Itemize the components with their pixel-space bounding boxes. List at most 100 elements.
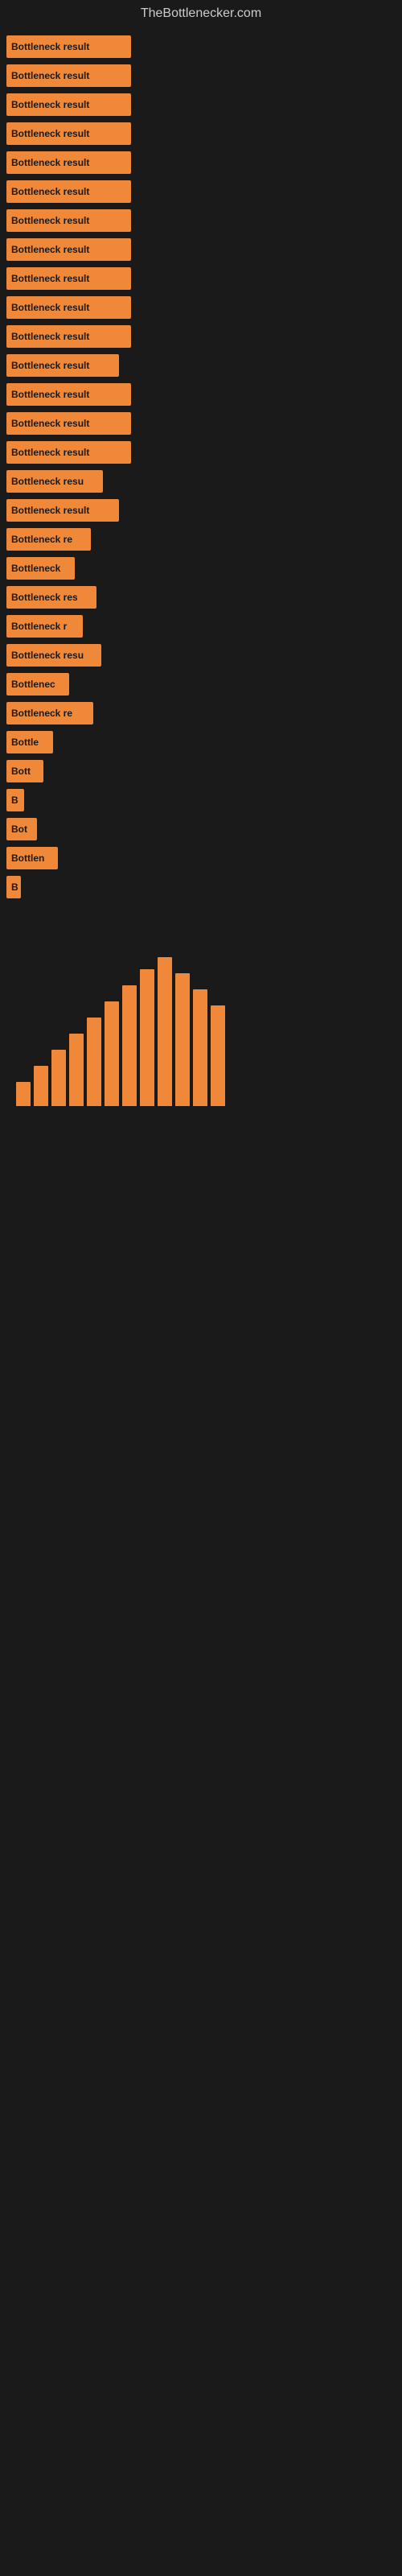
vertical-bar <box>16 1082 31 1106</box>
bar-label: Bottleneck <box>11 563 60 574</box>
bar-label: Bottleneck result <box>11 360 89 371</box>
bottleneck-bar: Bottleneck res <box>6 586 96 609</box>
bar-label: Bottleneck result <box>11 505 89 516</box>
bar-label: Bottleneck result <box>11 99 89 110</box>
bottleneck-bar: Bottleneck result <box>6 325 131 348</box>
bar-row: Bottleneck result <box>6 64 402 87</box>
bottleneck-bar: Bottleneck result <box>6 35 131 58</box>
bar-row: Bottleneck <box>6 557 402 580</box>
bar-label: Bottleneck result <box>11 157 89 168</box>
bar-row: Bottleneck result <box>6 238 402 261</box>
vertical-bar <box>51 1050 66 1106</box>
bottleneck-bar: Bottleneck resu <box>6 644 101 667</box>
vertical-bar <box>211 1005 225 1106</box>
bar-row: Bott <box>6 760 402 782</box>
bar-row: B <box>6 876 402 898</box>
bar-label: Bottleneck res <box>11 592 78 603</box>
bar-row: Bottleneck result <box>6 441 402 464</box>
bar-label: Bottleneck result <box>11 186 89 197</box>
vertical-bars-section <box>0 945 402 1106</box>
bar-label: Bottleneck result <box>11 41 89 52</box>
bottleneck-bar: Bottleneck resu <box>6 470 103 493</box>
bar-row: Bottleneck resu <box>6 470 402 493</box>
bottleneck-bar: Bottlenec <box>6 673 69 696</box>
bar-row: Bottleneck resu <box>6 644 402 667</box>
vertical-bar <box>69 1034 84 1106</box>
bar-row: Bottleneck result <box>6 412 402 435</box>
bar-row: Bottleneck result <box>6 209 402 232</box>
bottleneck-bar: Bottleneck result <box>6 209 131 232</box>
vertical-bar <box>140 969 154 1106</box>
bar-label: Bottleneck resu <box>11 650 84 661</box>
bar-row: Bottleneck re <box>6 702 402 724</box>
bottleneck-bar: Bottleneck result <box>6 441 131 464</box>
bar-label: B <box>11 881 18 893</box>
bar-row: Bottleneck result <box>6 151 402 174</box>
bottleneck-bar: Bottleneck result <box>6 499 119 522</box>
bottleneck-bar: Bottleneck result <box>6 122 131 145</box>
bar-label: B <box>11 795 18 806</box>
bar-row: Bottleneck result <box>6 35 402 58</box>
bar-row: B <box>6 789 402 811</box>
site-title-text: TheBottlenecker.com <box>141 6 261 20</box>
bar-label: Bottleneck result <box>11 331 89 342</box>
bar-label: Bottleneck result <box>11 447 89 458</box>
bottleneck-bar: Bottleneck r <box>6 615 83 638</box>
bottleneck-bar: Bottleneck result <box>6 296 131 319</box>
vertical-bar <box>158 957 172 1106</box>
bottleneck-bar: Bottleneck result <box>6 267 131 290</box>
bottleneck-bar: Bottleneck re <box>6 528 91 551</box>
bottleneck-bar: Bot <box>6 818 37 840</box>
bar-row: Bottleneck result <box>6 325 402 348</box>
bar-label: Bottleneck re <box>11 708 72 719</box>
vertical-bar <box>193 989 207 1106</box>
bar-row: Bottlen <box>6 847 402 869</box>
bar-row: Bottleneck result <box>6 122 402 145</box>
bar-label: Bottleneck result <box>11 273 89 284</box>
bar-label: Bottlen <box>11 852 44 864</box>
bottleneck-bar: Bott <box>6 760 43 782</box>
bar-label: Bottleneck result <box>11 418 89 429</box>
bar-label: Bottleneck resu <box>11 476 84 487</box>
bottleneck-bar: Bottleneck re <box>6 702 93 724</box>
bar-label: Bottleneck result <box>11 302 89 313</box>
bar-label: Bott <box>11 766 31 777</box>
vertical-bar <box>34 1066 48 1106</box>
bottleneck-bar: Bottleneck result <box>6 180 131 203</box>
bar-label: Bottle <box>11 737 39 748</box>
bottleneck-bar: B <box>6 789 24 811</box>
bottleneck-bar: Bottleneck result <box>6 383 131 406</box>
vertical-bar <box>175 973 190 1106</box>
bottleneck-bar: Bottleneck result <box>6 412 131 435</box>
bar-row: Bottleneck res <box>6 586 402 609</box>
bar-row: Bottleneck result <box>6 296 402 319</box>
bottleneck-bar: Bottleneck result <box>6 64 131 87</box>
bar-row: Bottleneck result <box>6 499 402 522</box>
bar-row: Bottleneck result <box>6 180 402 203</box>
bar-row: Bottlenec <box>6 673 402 696</box>
bar-row: Bottle <box>6 731 402 753</box>
bar-label: Bottleneck result <box>11 128 89 139</box>
vertical-bar <box>87 1018 101 1106</box>
bottleneck-bar: Bottleneck result <box>6 354 119 377</box>
vertical-bar <box>122 985 137 1106</box>
bar-label: Bottleneck result <box>11 215 89 226</box>
bar-row: Bottleneck result <box>6 383 402 406</box>
bar-label: Bottleneck r <box>11 621 67 632</box>
bottleneck-bar: Bottleneck result <box>6 151 131 174</box>
bar-label: Bottlenec <box>11 679 55 690</box>
vertical-bar <box>105 1001 119 1106</box>
bar-label: Bottleneck result <box>11 244 89 255</box>
bar-row: Bot <box>6 818 402 840</box>
bottleneck-bar: Bottleneck result <box>6 93 131 116</box>
site-title: TheBottlenecker.com <box>0 0 402 27</box>
bar-row: Bottleneck result <box>6 93 402 116</box>
bar-label: Bottleneck result <box>11 389 89 400</box>
bar-label: Bot <box>11 824 27 835</box>
bottleneck-bar: B <box>6 876 21 898</box>
bar-label: Bottleneck result <box>11 70 89 81</box>
bottleneck-bar: Bottle <box>6 731 53 753</box>
bottleneck-bar: Bottleneck <box>6 557 75 580</box>
bottleneck-bar: Bottleneck result <box>6 238 131 261</box>
bar-row: Bottleneck result <box>6 354 402 377</box>
